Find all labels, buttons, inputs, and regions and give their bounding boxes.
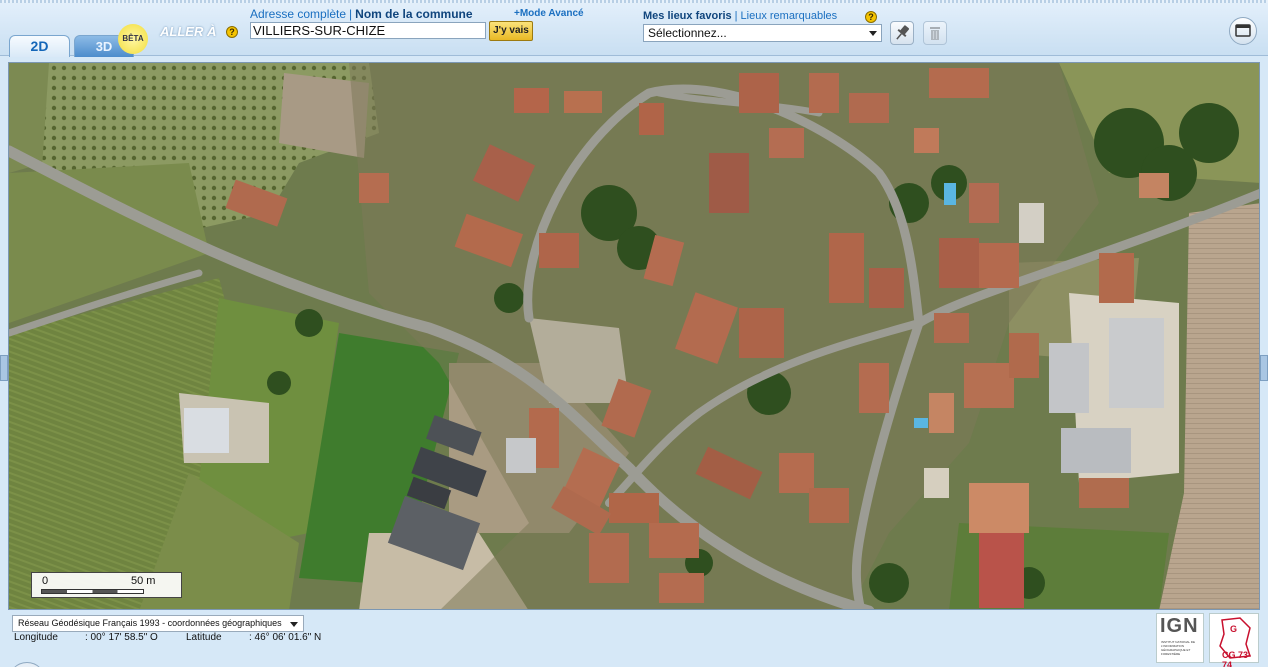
swimming-pool <box>914 418 928 428</box>
scale-bar-graphic <box>41 589 144 594</box>
compass-button[interactable] <box>8 662 46 667</box>
latitude-label: Latitude <box>186 632 222 643</box>
cg-logo[interactable]: G CG 73-74 <box>1209 613 1259 667</box>
link-separator: | <box>349 7 353 21</box>
pin-icon <box>896 25 910 40</box>
svg-text:G: G <box>1230 624 1237 634</box>
right-panel-handle[interactable] <box>1260 355 1268 381</box>
favorites-select[interactable]: Sélectionnez... <box>643 24 882 42</box>
top-toolbar: 2D 3D BÊTA ALLER À ? Adresse complète | No… <box>0 0 1268 57</box>
ign-logo-text: IGN <box>1160 615 1199 637</box>
remarkable-places-link[interactable]: Lieux remarquables <box>741 10 838 22</box>
cg-logo-text: CG 73-74 <box>1222 650 1252 667</box>
address-mode-links: Adresse complète | Nom de la commune <box>250 7 473 21</box>
swimming-pool <box>944 183 956 205</box>
map-view[interactable] <box>8 62 1260 610</box>
chevron-down-icon <box>869 31 877 36</box>
court <box>924 468 949 498</box>
advanced-mode-link[interactable]: +Mode Avancé <box>514 8 584 19</box>
goto-label: ALLER À <box>160 24 217 39</box>
toolbar-top-border <box>0 0 1268 3</box>
go-button[interactable]: J'y vais <box>489 21 533 41</box>
window-button[interactable] <box>1229 17 1257 45</box>
latitude-value: : 46° 06' 01.6" N <box>249 632 322 643</box>
window-icon <box>1235 24 1251 37</box>
projection-select[interactable]: Réseau Géodésique Français 1993 - coordo… <box>12 615 304 632</box>
longitude-value: : 00° 17' 58.5" O <box>85 632 158 643</box>
ign-logo[interactable]: IGN INSTITUT NATIONAL DE L'INFORMATION G… <box>1156 613 1204 663</box>
delete-button[interactable] <box>923 21 947 45</box>
chevron-down-icon <box>290 622 298 627</box>
aerial-map[interactable] <box>9 63 1260 610</box>
full-address-link[interactable]: Adresse complète <box>250 7 346 21</box>
favorites-links: Mes lieux favoris | Lieux remarquables <box>643 10 837 22</box>
commune-name-link[interactable]: Nom de la commune <box>355 7 472 21</box>
pin-button[interactable] <box>890 21 914 45</box>
projection-value: Réseau Géodésique Français 1993 - coordo… <box>18 618 282 628</box>
beta-badge: BÊTA <box>118 24 148 54</box>
left-panel-handle[interactable] <box>0 355 8 381</box>
commune-search-input[interactable] <box>250 22 486 39</box>
ign-logo-subtext: INSTITUT NATIONAL DE L'INFORMATION GÉOGR… <box>1161 640 1195 656</box>
bottom-bar: Réseau Géodésique Français 1993 - coordo… <box>0 610 1268 667</box>
trash-icon <box>930 27 940 40</box>
scale-bar: 0 50 m <box>31 572 182 598</box>
geoportail-app: 2D 3D BÊTA ALLER À ? Adresse complète | No… <box>0 0 1268 667</box>
scale-distance-label: 50 m <box>131 575 156 587</box>
favorites-select-value: Sélectionnez... <box>648 26 727 40</box>
longitude-label: Longitude <box>14 632 58 643</box>
help-icon[interactable]: ? <box>865 11 877 23</box>
scale-zero-label: 0 <box>42 575 49 587</box>
tab-2d[interactable]: 2D <box>9 35 70 57</box>
link-separator: | <box>734 10 738 22</box>
help-icon[interactable]: ? <box>226 26 238 38</box>
my-favorites-link[interactable]: Mes lieux favoris <box>643 10 732 22</box>
